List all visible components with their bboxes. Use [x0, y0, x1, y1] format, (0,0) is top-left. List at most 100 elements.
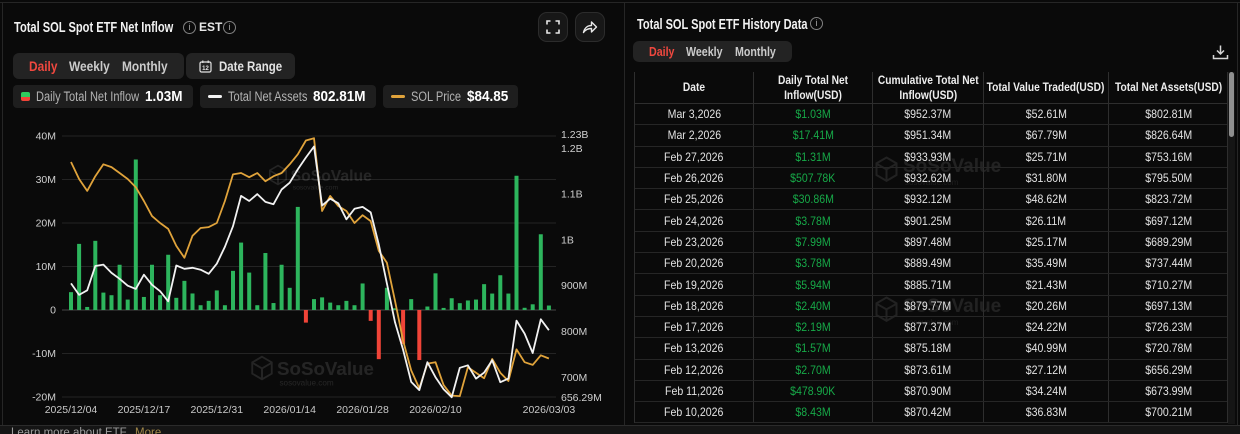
table-cell: $802.81M	[1109, 104, 1229, 124]
table-cell: $2.40M	[754, 296, 873, 316]
svg-text:20M: 20M	[36, 218, 56, 230]
table-cell: Feb 23,2026	[635, 232, 754, 252]
table-cell: Feb 18,2026	[635, 296, 754, 316]
history-table: DateDaily Total Net Inflow(USD)Cumulativ…	[634, 72, 1228, 423]
table-scrollbar[interactable]	[1228, 72, 1235, 424]
table-cell: $3.78M	[754, 210, 873, 230]
table-row[interactable]: Mar 3,2026$1.03M$952.37M$52.61M$802.81M	[635, 104, 1227, 125]
sosovalue-etf-dashboard: Total SOL Spot ETF Net Inflow i EST i Da…	[0, 0, 1240, 434]
table-cell: $951.34M	[873, 125, 984, 145]
history-tabs: DailyWeeklyMonthly	[633, 41, 792, 62]
table-cell: $27.12M	[984, 360, 1109, 380]
table-cell: Feb 26,2026	[635, 168, 754, 188]
table-cell: $689.29M	[1109, 232, 1229, 252]
table-cell: $710.27M	[1109, 274, 1229, 294]
svg-text:1.2B: 1.2B	[561, 143, 583, 155]
table-cell: $870.42M	[873, 402, 984, 422]
table-cell: $932.12M	[873, 189, 984, 209]
table-cell: $873.61M	[873, 360, 984, 380]
table-cell: $507.78K	[754, 168, 873, 188]
table-cell: $720.78M	[1109, 338, 1229, 358]
svg-text:1B: 1B	[561, 234, 574, 246]
table-row[interactable]: Feb 10,2026$8.43M$870.42M$36.83M$700.21M	[635, 402, 1227, 423]
table-row[interactable]: Feb 13,2026$1.57M$875.18M$40.99M$720.78M	[635, 338, 1227, 359]
svg-text:700M: 700M	[561, 372, 587, 384]
table-cell: $36.83M	[984, 402, 1109, 422]
table-cell: $795.50M	[1109, 168, 1229, 188]
table-cell: Feb 25,2026	[635, 189, 754, 209]
col-header: Date	[635, 72, 754, 103]
table-cell: $24.22M	[984, 317, 1109, 337]
footer-link[interactable]: Learn more about ETF...More	[11, 427, 161, 434]
table-row[interactable]: Feb 26,2026$507.78K$932.62M$31.80M$795.5…	[635, 168, 1227, 189]
table-cell: $889.49M	[873, 253, 984, 273]
history-title: Total SOL Spot ETF History Data	[637, 16, 807, 33]
svg-text:2025/12/17: 2025/12/17	[118, 404, 171, 416]
scrollbar-thumb[interactable]	[1229, 72, 1234, 137]
svg-text:2026/01/14: 2026/01/14	[263, 404, 316, 416]
table-row[interactable]: Feb 25,2026$30.86M$932.12M$48.62M$823.72…	[635, 189, 1227, 210]
table-row[interactable]: Feb 18,2026$2.40M$879.77M$20.26M$697.13M	[635, 296, 1227, 317]
table-cell: $870.90M	[873, 381, 984, 401]
table-row[interactable]: Feb 17,2026$2.19M$877.37M$24.22M$726.23M	[635, 317, 1227, 338]
table-row[interactable]: Feb 11,2026$478.90K$870.90M$34.24M$673.9…	[635, 381, 1227, 402]
table-cell: $737.44M	[1109, 253, 1229, 273]
svg-text:SoSoValue: SoSoValue	[277, 358, 374, 379]
download-button[interactable]	[1208, 40, 1232, 64]
table-row[interactable]: Feb 27,2026$1.31M$933.93M$25.71M$753.16M	[635, 147, 1227, 168]
footer-bar: Learn more about ETF...More	[0, 425, 1240, 434]
info-icon[interactable]: i	[810, 17, 823, 30]
table-row[interactable]: Feb 12,2026$2.70M$873.61M$27.12M$656.29M	[635, 360, 1227, 381]
table-cell: $7.99M	[754, 232, 873, 252]
svg-text:2026/03/03: 2026/03/03	[523, 404, 576, 416]
history-tab-monthly[interactable]: Monthly	[729, 44, 782, 59]
table-cell: Feb 27,2026	[635, 147, 754, 167]
netinflow-chart[interactable]: 40M30M20M10M0-10M-20M1.23B1.2B1.1B1B900M…	[0, 0, 622, 425]
table-cell: $21.43M	[984, 274, 1109, 294]
table-row[interactable]: Feb 19,2026$5.94M$885.71M$21.43M$710.27M	[635, 274, 1227, 295]
svg-text:1.23B: 1.23B	[561, 129, 588, 141]
table-cell: $885.71M	[873, 274, 984, 294]
table-cell: Feb 12,2026	[635, 360, 754, 380]
table-cell: $697.13M	[1109, 296, 1229, 316]
table-cell: $1.57M	[754, 338, 873, 358]
table-cell: $875.18M	[873, 338, 984, 358]
svg-text:-10M: -10M	[32, 348, 56, 360]
table-cell: $25.17M	[984, 232, 1109, 252]
table-cell: Feb 20,2026	[635, 253, 754, 273]
svg-text:656.29M: 656.29M	[561, 392, 602, 404]
table-row[interactable]: Feb 24,2026$3.78M$901.25M$26.11M$697.12M	[635, 210, 1227, 231]
table-cell: $26.11M	[984, 210, 1109, 230]
table-cell: $5.94M	[754, 274, 873, 294]
svg-text:30M: 30M	[36, 174, 56, 186]
table-cell: $35.49M	[984, 253, 1109, 273]
table-cell: $17.41M	[754, 125, 873, 145]
table-cell: Feb 19,2026	[635, 274, 754, 294]
table-cell: $30.86M	[754, 189, 873, 209]
svg-text:40M: 40M	[36, 131, 56, 143]
table-cell: $656.29M	[1109, 360, 1229, 380]
table-cell: $2.70M	[754, 360, 873, 380]
table-cell: $897.48M	[873, 232, 984, 252]
table-row[interactable]: Feb 23,2026$7.99M$897.48M$25.17M$689.29M	[635, 232, 1227, 253]
table-cell: $952.37M	[873, 104, 984, 124]
history-tab-weekly[interactable]: Weekly	[680, 44, 728, 59]
table-cell: $48.62M	[984, 189, 1109, 209]
table-cell: Mar 2,2026	[635, 125, 754, 145]
table-row[interactable]: Mar 2,2026$17.41M$951.34M$67.79M$826.64M	[635, 125, 1227, 146]
table-cell: $1.31M	[754, 147, 873, 167]
table-cell: Mar 3,2026	[635, 104, 754, 124]
svg-text:2025/12/04: 2025/12/04	[45, 404, 98, 416]
table-cell: Feb 17,2026	[635, 317, 754, 337]
table-row[interactable]: Feb 20,2026$3.78M$889.49M$35.49M$737.44M	[635, 253, 1227, 274]
table-cell: $52.61M	[984, 104, 1109, 124]
table-cell: $826.64M	[1109, 125, 1229, 145]
table-cell: $933.93M	[873, 147, 984, 167]
download-icon	[1212, 44, 1229, 61]
table-cell: $877.37M	[873, 317, 984, 337]
svg-text:0: 0	[50, 305, 56, 317]
table-cell: $697.12M	[1109, 210, 1229, 230]
table-cell: $478.90K	[754, 381, 873, 401]
right-border	[1237, 2, 1238, 425]
history-tab-daily[interactable]: Daily	[643, 44, 680, 59]
